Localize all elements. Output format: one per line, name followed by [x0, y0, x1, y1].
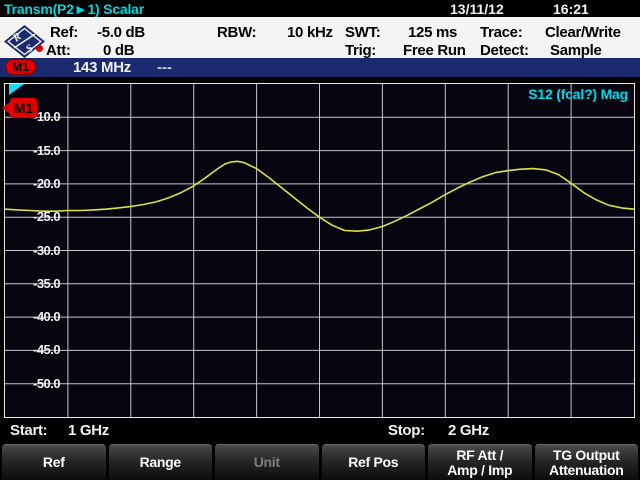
trace-mode-label: S12 (fcal?) Mag: [528, 86, 628, 102]
softkey-range[interactable]: Range: [109, 444, 213, 480]
spectrum-analyzer-screen: Transm(P2►1) Scalar 13/11/12 16:21 R S R…: [0, 0, 640, 480]
trigger-field: Trig:Free Run: [345, 42, 466, 59]
att-value: 0 dB: [103, 42, 134, 59]
marker-m1-flag-label: M1: [10, 98, 37, 118]
reference-position-triangle-icon: [9, 84, 24, 95]
attenuation-field: Att:0 dB: [46, 42, 134, 59]
softkey-rf-att-amp-imp[interactable]: RF Att / Amp / Imp: [428, 444, 532, 480]
softkey-tg-output-attenuation[interactable]: TG Output Attenuation: [535, 444, 639, 480]
rbw-label: RBW:: [217, 24, 287, 41]
detect-value: Sample: [550, 42, 602, 59]
marker-frequency: 143 MHz: [73, 59, 131, 76]
ref-value: -5.0 dB: [97, 24, 145, 41]
y-axis-label: -40.0: [33, 309, 60, 324]
y-axis-label: -45.0: [33, 342, 60, 357]
y-axis-label: -20.0: [33, 176, 60, 191]
trig-value: Free Run: [403, 42, 466, 59]
trace-value: Clear/Write: [545, 24, 621, 41]
start-frequency: 1 GHz: [68, 422, 109, 439]
measurement-diagram: -10.0 -15.0 -20.0 -25.0 -30.0 -35.0 -40.0 -45.0…: [4, 83, 635, 418]
ref-label: Ref:: [50, 24, 97, 41]
date-display: 13/11/12: [450, 1, 504, 17]
rbw-value: 10 kHz: [287, 24, 333, 41]
swt-label: SWT:: [345, 24, 408, 41]
marker-m1-badge: M1: [5, 59, 36, 75]
y-axis-label: -50.0: [33, 376, 60, 391]
marker-readout-bar: M1 143 MHz ---: [0, 58, 640, 77]
y-axis-label: -10.0: [33, 109, 60, 124]
softkey-bar: RefRangeUnitRef PosRF Att / Amp / ImpTG …: [0, 443, 640, 480]
measurement-mode-title: Transm(P2►1) Scalar: [4, 1, 144, 17]
trig-label: Trig:: [345, 42, 403, 59]
y-axis-label: -30.0: [33, 243, 60, 258]
trace-mode-field: Trace:Clear/Write: [480, 24, 621, 41]
y-axis-label: -25.0: [33, 209, 60, 224]
detect-label: Detect:: [480, 42, 550, 59]
softkey-ref[interactable]: Ref: [2, 444, 106, 480]
marker-m1-flag[interactable]: M1: [2, 98, 37, 118]
title-bar: Transm(P2►1) Scalar 13/11/12 16:21: [0, 0, 640, 17]
y-axis-label: -15.0: [33, 143, 60, 158]
frequency-range-bar: Start: 1 GHz Stop: 2 GHz: [0, 418, 640, 443]
softkey-unit[interactable]: Unit: [215, 444, 319, 480]
swt-value: 125 ms: [408, 24, 457, 41]
trace-label: Trace:: [480, 24, 545, 41]
stop-label: Stop:: [388, 422, 425, 439]
chart-area: -10.0 -15.0 -20.0 -25.0 -30.0 -35.0 -40.0 -45.0…: [0, 77, 640, 418]
settings-header: R S Ref:-5.0 dB Att:0 dB RBW:10 kHz SWT:…: [0, 17, 640, 58]
stop-frequency: 2 GHz: [448, 422, 489, 439]
trace-plot: [5, 84, 634, 417]
att-label: Att:: [46, 42, 103, 59]
start-label: Start:: [10, 422, 47, 439]
rohde-schwarz-logo-icon: R S: [4, 25, 45, 58]
detector-field: Detect:Sample: [480, 42, 602, 59]
marker-value: ---: [157, 59, 172, 76]
att-status-dot-icon: [36, 45, 43, 52]
sweep-time-field: SWT:125 ms: [345, 24, 457, 41]
softkey-ref-pos[interactable]: Ref Pos: [322, 444, 426, 480]
rbw-field: RBW:10 kHz: [217, 24, 333, 41]
ref-level-field: Ref:-5.0 dB: [50, 24, 145, 41]
marker-left-arrow-icon: [2, 102, 10, 114]
time-display: 16:21: [553, 1, 589, 17]
y-axis-label: -35.0: [33, 276, 60, 291]
